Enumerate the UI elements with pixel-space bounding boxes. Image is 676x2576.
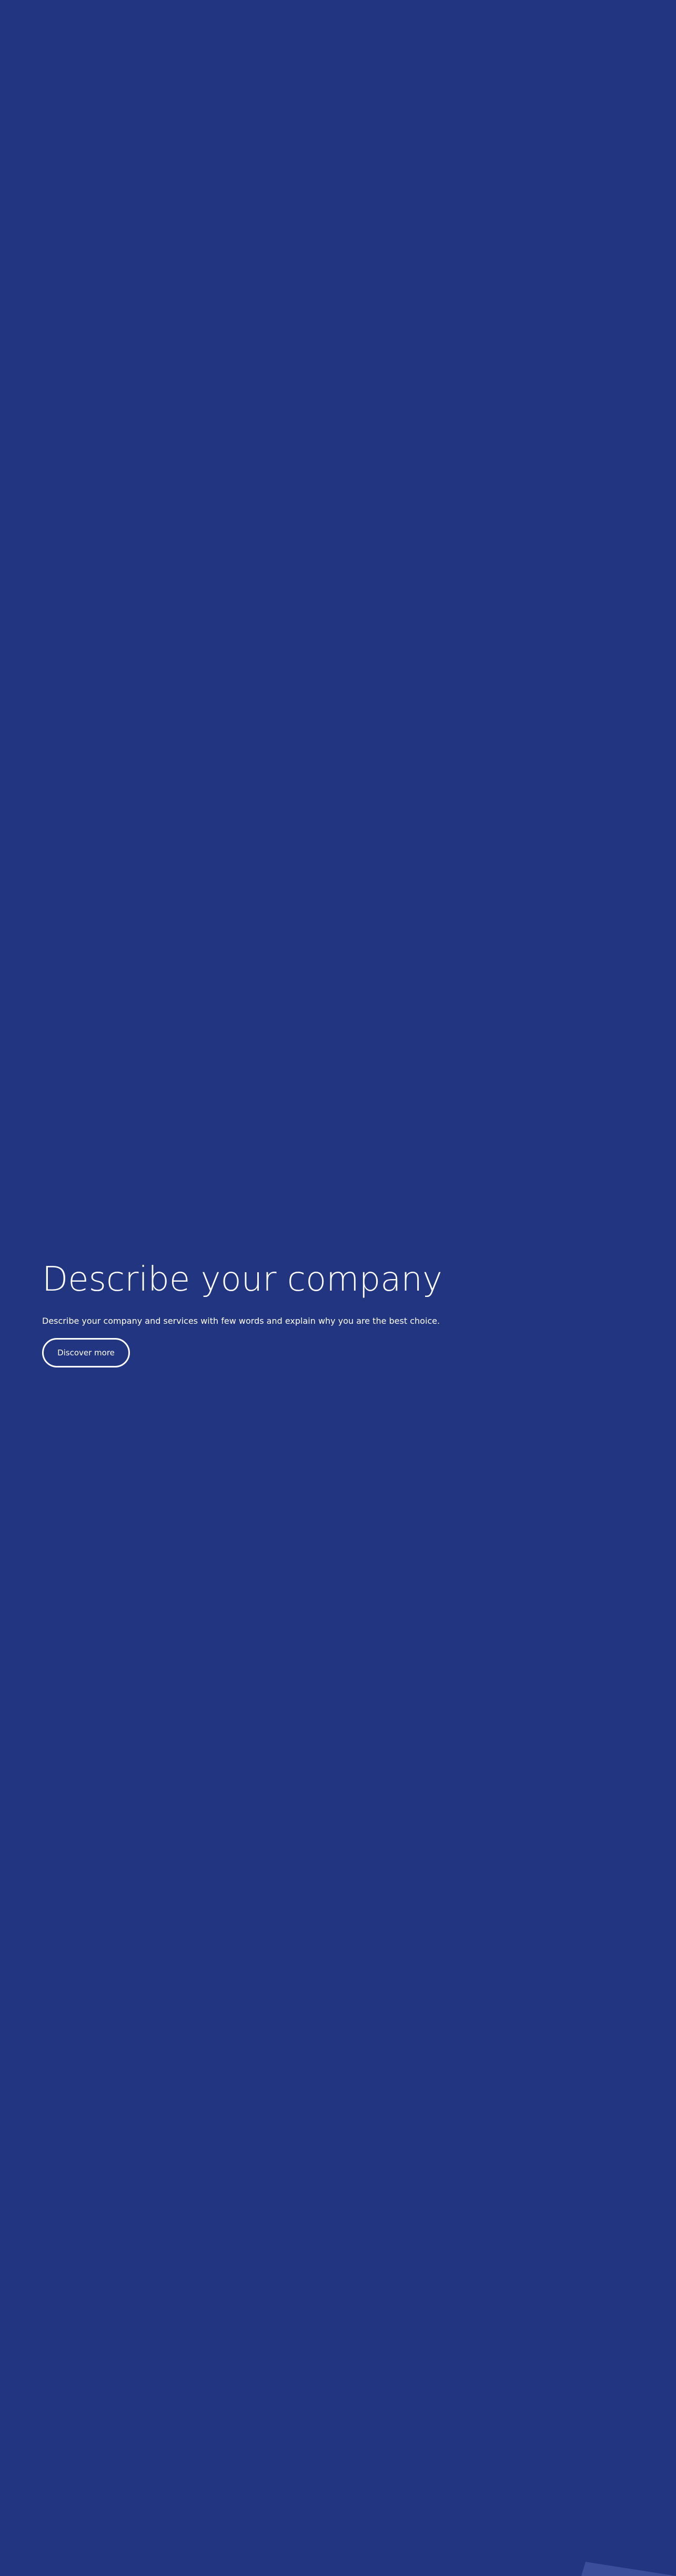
hero-section: Describe your company Describe your comp… <box>0 0 676 2576</box>
decorative-corner-shape <box>581 2562 676 2576</box>
hero-content: Describe your company Describe your comp… <box>42 1259 516 1367</box>
decorative-corner-shape-fill <box>581 2562 676 2576</box>
hero-title: Describe your company <box>42 1260 442 1299</box>
discover-more-button[interactable]: Discover more <box>42 1338 130 1367</box>
hero-description: Describe your company and services with … <box>42 1316 440 1326</box>
